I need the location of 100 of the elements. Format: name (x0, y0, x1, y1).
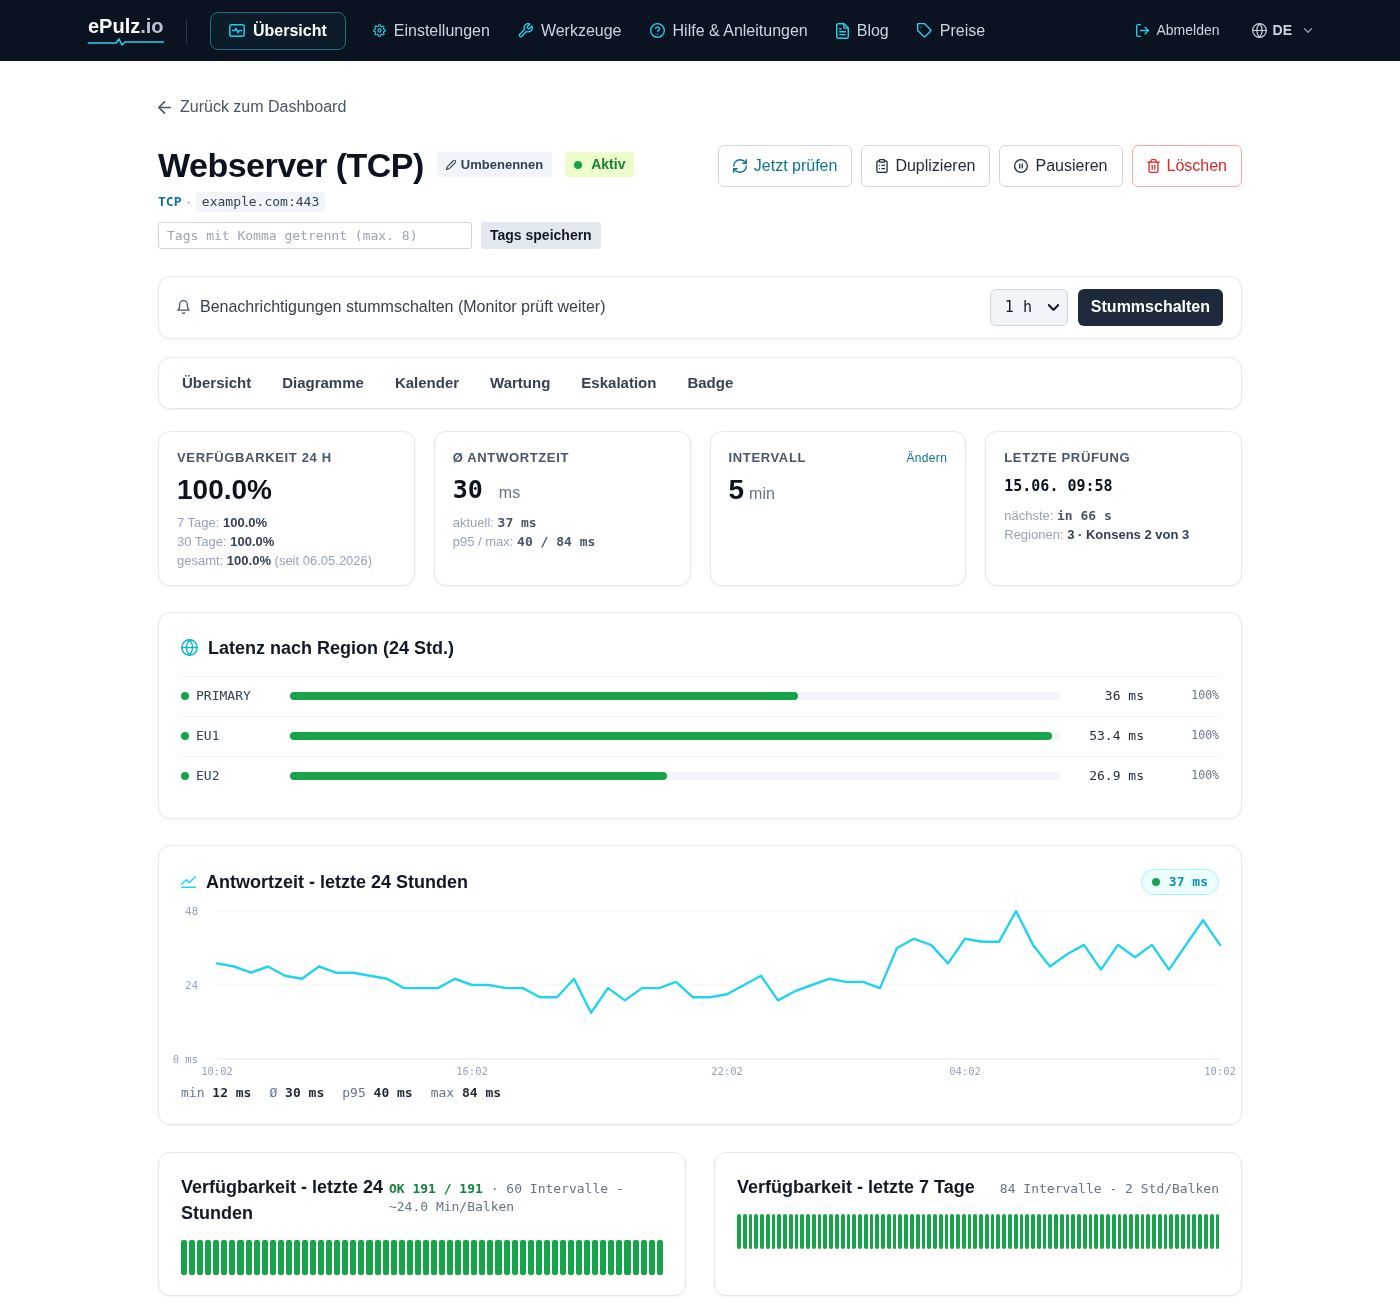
nav-link[interactable]: Preise (915, 11, 987, 50)
axis-label: 24 (185, 978, 198, 991)
clipboard-icon (876, 158, 889, 173)
nav-link[interactable]: Übersicht (210, 11, 346, 50)
stat-unit: min (749, 483, 775, 504)
axis-label: 04:02 (949, 1064, 981, 1077)
stat-label: INTERVALL (728, 448, 807, 467)
nav-link[interactable]: Hilfe & Anleitungen (648, 11, 809, 50)
line-chart-icon (181, 875, 196, 888)
stat-label: Ø ANTWORTZEIT (452, 448, 570, 467)
percent-text: 100% (1190, 687, 1219, 705)
language-dropdown[interactable]: DE (1251, 20, 1312, 41)
interval-summary: 84 Intervalle - 2 Std/Balken (999, 1179, 1219, 1198)
action-button[interactable]: Pausieren (999, 144, 1123, 187)
action-button[interactable]: Jetzt prüfen (717, 144, 853, 187)
tab[interactable]: Übersicht (167, 364, 267, 401)
action-button[interactable]: Duplizieren (861, 144, 991, 187)
current-value-text: 37 ms (1168, 872, 1208, 891)
region-name: EU1 (196, 727, 220, 746)
separator-text: · (186, 192, 191, 211)
chevron-down-icon (1304, 28, 1312, 33)
action-button[interactable]: Löschen (1131, 144, 1242, 187)
tags-input[interactable]: Tags mit Komma getrennt (max. 8) (158, 221, 472, 249)
chart-stat: min 12 ms (181, 1083, 252, 1102)
protocol-label: TCP (158, 192, 182, 211)
mute-description: Benachrichtigungen stummschalten (Monitor prüft weiter) (200, 297, 606, 317)
stat-detail: gesamt: 100.0% (seit 06.05.2026) (177, 551, 374, 570)
panel-title: Antwortzeit - letzte 24 Stunden (206, 870, 468, 894)
stat-detail: 7 Tage: 100.0% (177, 513, 269, 532)
trash-icon (1146, 158, 1160, 173)
tab[interactable]: Diagramme (267, 364, 379, 401)
axis-label: 0 ms (172, 1052, 198, 1065)
stat-detail: Regionen: 3 · Konsens 2 von 3 (1004, 525, 1191, 544)
tab[interactable]: Wartung (475, 364, 566, 401)
status-label: Aktiv (591, 155, 626, 174)
gear-icon (372, 24, 386, 37)
tab[interactable]: Badge (672, 364, 749, 401)
wrench-icon (517, 23, 533, 38)
chart-stat: Ø 30 ms (269, 1083, 325, 1102)
panel-title: Latenz nach Region (24 Std.) (208, 636, 455, 660)
bell-icon (177, 300, 190, 314)
axis-label: 48 (185, 904, 198, 917)
stat-value: 5 (728, 472, 745, 507)
stat-detail: aktuell: 37 ms (452, 513, 538, 532)
axis-label: 10:02 (1204, 1064, 1236, 1077)
tab[interactable]: Kalender (379, 364, 475, 401)
chart-stat: p95 40 ms (342, 1083, 413, 1102)
logout-link[interactable]: Abmelden (1135, 20, 1220, 41)
help-icon (649, 23, 665, 38)
stat-unit: ms (498, 482, 521, 503)
arrow-left-icon (158, 100, 171, 114)
chevron-down-icon (1047, 303, 1059, 311)
change-link[interactable]: Ändern (906, 448, 948, 467)
stat-detail: 30 Tage: 100.0% (177, 532, 276, 551)
axis-label: 22:02 (711, 1064, 743, 1077)
latency-value: 53.4 ms (1088, 727, 1144, 746)
stat-value: 15.06. 09:58 (1004, 475, 1113, 497)
target-address: example.com:443 (195, 191, 326, 212)
stat-label: LETZTE PRÜFUNG (1004, 448, 1131, 467)
tag-icon (916, 23, 932, 38)
status-dot-icon (1151, 877, 1160, 886)
percent-text: 100% (1190, 727, 1219, 745)
nav-link[interactable]: Werkzeuge (516, 11, 623, 50)
panel-title: Verfügbarkeit - letzte 24 Stunden (181, 1175, 385, 1225)
duration-select[interactable]: 1 h (989, 288, 1068, 326)
pause-icon (1014, 158, 1029, 173)
interval-summary: OK 191 / 191 · 60 Intervalle - ~24.0 Min/Balken (388, 1179, 625, 1216)
monitor-pulse-icon (229, 24, 245, 37)
stat-detail: p95 / max: 40 / 84 ms (452, 532, 597, 551)
globe-icon (1251, 23, 1267, 38)
chart-stat: max 84 ms (430, 1083, 502, 1102)
globe-icon (181, 639, 198, 656)
region-name: PRIMARY (196, 687, 251, 706)
mute-button[interactable]: Stummschalten (1077, 288, 1223, 326)
document-icon (835, 22, 849, 39)
save-tags-button[interactable]: Tags speichern (481, 221, 601, 249)
back-link[interactable]: Zurück zum Dashboard (158, 97, 347, 117)
stat-value: 30 (452, 473, 483, 506)
nav-link[interactable]: Blog (834, 11, 890, 50)
stat-value: 100.0% (177, 472, 272, 507)
percent-text: 100% (1190, 767, 1219, 785)
status-dot-icon (181, 692, 189, 700)
pulse-line-icon (88, 38, 164, 46)
region-name: EU2 (196, 767, 220, 786)
stat-detail: nächste: in 66 s (1004, 506, 1113, 525)
refresh-icon (732, 158, 747, 173)
latency-value: 36 ms (1103, 687, 1144, 706)
logout-icon (1135, 24, 1149, 37)
nav-link[interactable]: Einstellungen (371, 11, 491, 50)
page-title: Webserver (TCP) (158, 144, 424, 185)
axis-label: 10:02 (201, 1064, 233, 1077)
latency-value: 26.9 ms (1088, 767, 1144, 786)
status-dot-icon (181, 732, 189, 740)
status-dot-icon (181, 772, 189, 780)
axis-label: 16:02 (456, 1064, 488, 1077)
rename-button[interactable]: Umbenennen (436, 152, 553, 177)
panel-title: Verfügbarkeit - letzte 7 Tage (737, 1175, 975, 1199)
logo-link[interactable]: ePulz.io (88, 15, 164, 46)
status-dot-icon (574, 160, 583, 169)
tab[interactable]: Eskalation (566, 364, 672, 401)
